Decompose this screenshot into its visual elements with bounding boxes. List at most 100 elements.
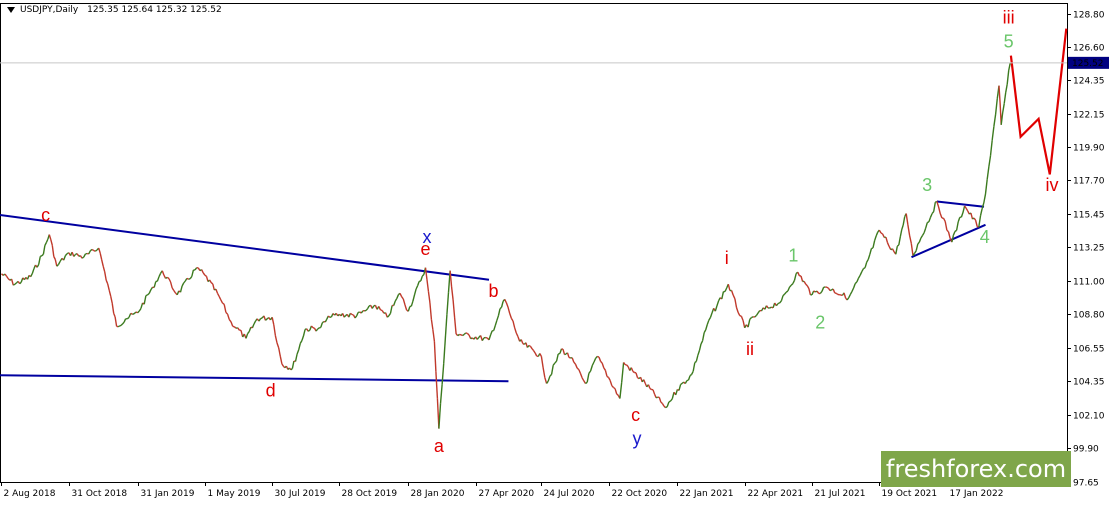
price-segment [562,349,566,355]
price-segment [4,273,8,277]
price-segment [233,326,237,329]
price-segment [978,215,982,228]
price-segment [960,212,964,218]
price-segment [739,315,742,317]
price-segment [99,252,103,260]
price-segment [800,275,804,282]
price-segment [145,294,148,297]
price-segment [983,193,987,204]
price-segment [898,236,901,246]
price-segment [45,238,49,243]
price-segment [94,249,98,252]
price-segment [102,266,106,272]
lower-support-trendline [0,374,509,383]
price-segment [296,349,300,355]
price-segment [179,285,183,293]
price-segment [5,275,9,279]
x-tick-label: 30 Jul 2019 [275,489,326,499]
price-segment [647,384,651,389]
price-segment [10,278,14,286]
price-segment [126,316,130,320]
y-tick-label: 106.55 [1073,345,1105,355]
price-segment [955,221,959,231]
price-segment [153,281,157,288]
price-segment [979,208,983,216]
price-segment [439,384,443,404]
price-segment [803,280,807,285]
price-segment [921,232,925,236]
wave-label-1: 1 [788,246,798,266]
price-segment [360,310,364,314]
price-segment [147,292,150,296]
price-segment [148,289,152,294]
price-segment [168,278,172,283]
x-tick-label: 22 Jan 2021 [680,489,734,499]
price-segment [248,326,252,332]
price-segment [751,316,754,319]
price-segment [130,312,133,315]
price-segment [200,269,204,274]
price-segment [988,155,992,167]
price-segment [604,370,608,377]
price-segment [962,205,966,213]
price-segment [230,321,234,327]
price-segment [695,355,699,362]
price-segment [754,314,757,318]
price-segment [343,315,347,318]
price-segment [986,166,990,180]
price-segment [546,380,549,384]
price-segment [279,356,283,365]
price-segment [856,277,860,283]
price-segment [123,318,127,323]
price-segment [101,259,104,267]
price-segment [63,255,67,261]
price-segment [399,292,403,298]
price-segment [687,375,691,381]
price-segment [1005,84,1008,93]
price-segment [351,313,354,316]
price-segment [942,217,946,222]
price-segment [158,273,162,277]
price-segment [19,281,22,285]
price-segment [489,330,493,336]
price-segment [929,213,933,218]
price-segment [31,268,35,274]
price-segment [965,207,969,212]
price-segment [588,370,592,374]
price-segment [429,302,433,320]
price-segment [614,388,618,395]
price-segment [409,305,412,308]
x-tick-label: 22 Apr 2021 [748,489,804,499]
price-segment [598,356,602,362]
price-segment [453,317,457,334]
price-segment [708,317,712,321]
price-segment [245,333,249,339]
price-segment [98,247,101,254]
price-segment [354,315,358,319]
price-segment [40,255,43,258]
watermark-logo: freshforex.com [881,451,1071,487]
wave-label-3: 3 [922,175,932,195]
price-segment [420,275,423,282]
price-segment [697,350,701,356]
price-segment [510,318,514,322]
price-segment [579,373,583,379]
price-segment [166,276,170,280]
price-segment [626,364,629,368]
price-segment [310,325,314,329]
price-segment [724,287,728,292]
price-segment [161,270,165,276]
price-segment [496,315,500,321]
price-segment [274,335,278,344]
price-segment [689,373,693,377]
price-segment [120,323,124,326]
price-segment [603,367,606,371]
price-segment [186,277,189,280]
price-segment [505,302,509,308]
y-tick-label: 113.25 [1073,244,1105,254]
price-chart[interactable]: 128.80 126.60 124.35 122.15 119.90 117.70 115.… [0,0,1111,507]
price-segment [671,392,675,399]
price-segment [730,290,734,296]
price-segment [432,329,436,342]
y-tick-label: 122.15 [1073,111,1105,121]
